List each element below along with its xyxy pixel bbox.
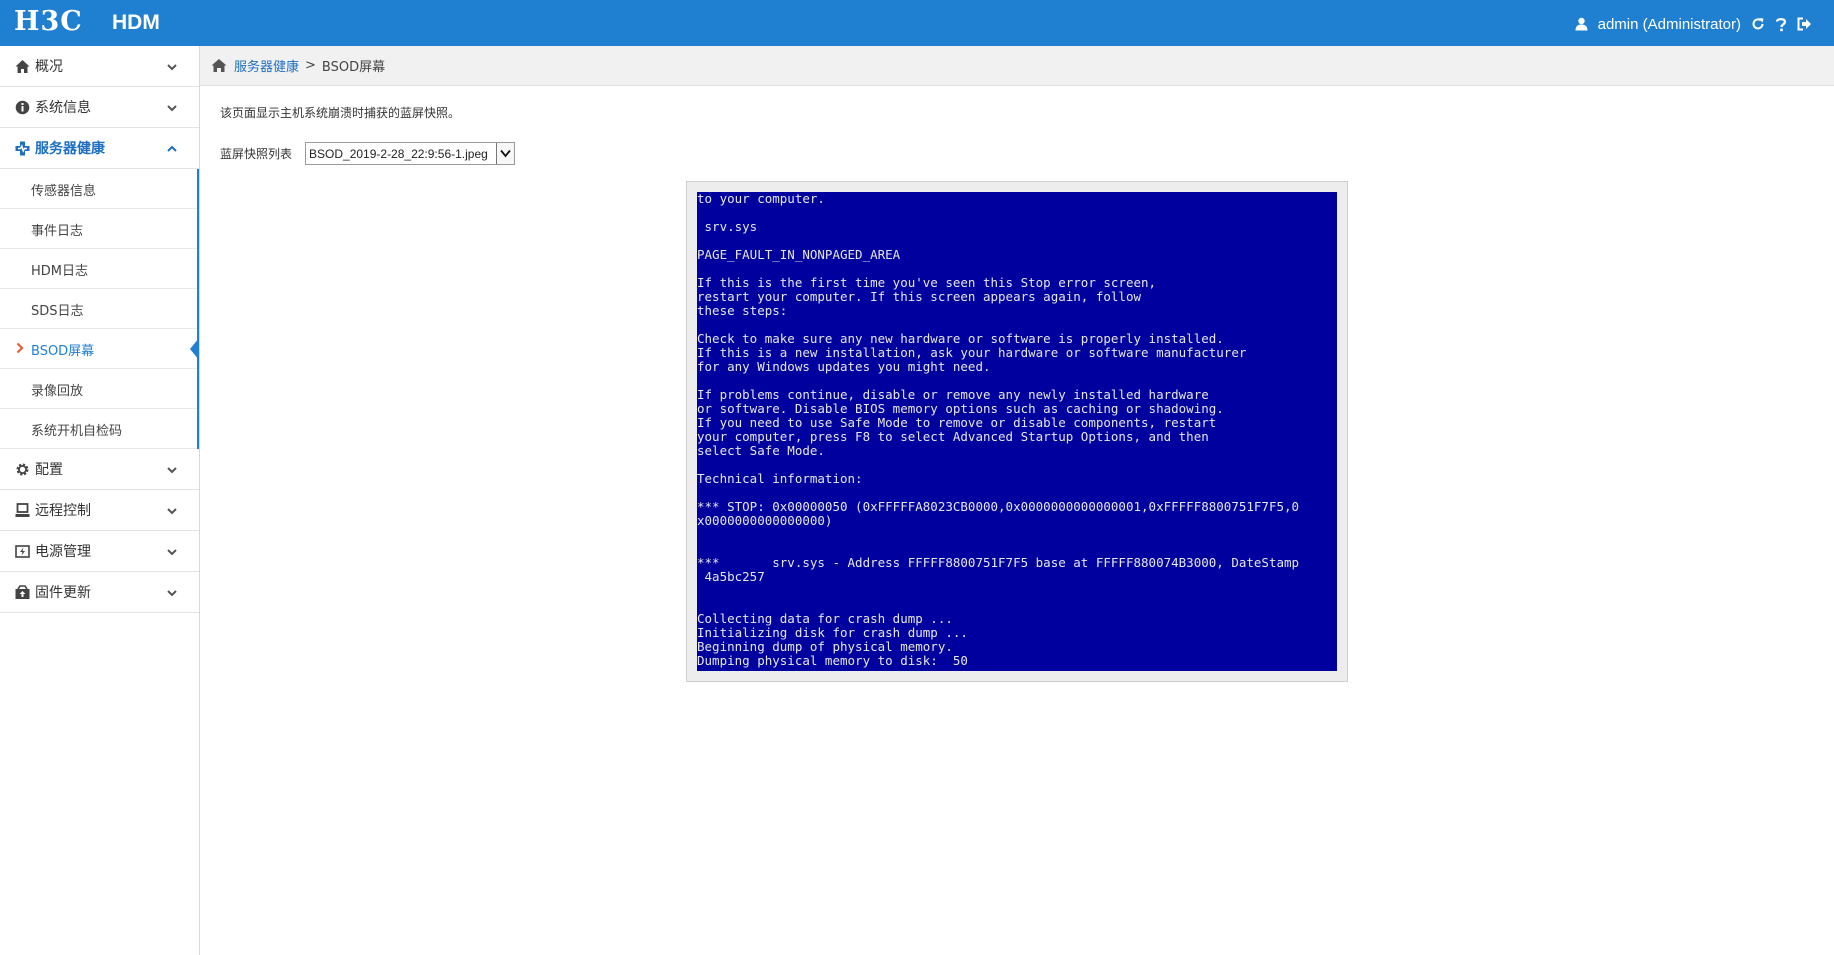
home-icon (15, 60, 30, 73)
user-name[interactable]: admin (Administrator) (1598, 16, 1741, 33)
sidebar-group-label: 固件更新 (35, 585, 91, 601)
bsod-text-line: x0000000000000000) (697, 513, 833, 528)
sidebar-item-label: 事件日志 (31, 224, 84, 239)
bsod-text-line: Beginning dump of physical memory. (697, 639, 953, 654)
snapshot-select-row: 蓝屏快照列表 BSOD_2019-2-28_22:9:56-1.jpeg (220, 142, 516, 165)
user-icon (1575, 17, 1588, 31)
bsod-text-line: If this is the first time you've seen th… (697, 275, 1157, 290)
health-icon (15, 141, 30, 156)
chevron-right-icon (16, 342, 24, 354)
chevron-down-icon (167, 508, 177, 515)
page-description: 该页面显示主机系统崩溃时捕获的蓝屏快照。 (220, 106, 461, 120)
sidebar: 概况 系统信息 服务器健康 传感器信息 事件日志 HDM日志 SDS日志 BSO… (0, 46, 200, 955)
sidebar-item-label: 系统开机自检码 (31, 424, 123, 439)
sidebar-group-server-health[interactable]: 服务器健康 (0, 128, 199, 169)
sidebar-item-post-code[interactable]: 系统开机自检码 (0, 409, 197, 449)
sidebar-group-label: 服务器健康 (35, 141, 105, 157)
sidebar-item-label: BSOD屏幕 (31, 344, 95, 359)
sidebar-item-bsod-screen[interactable]: BSOD屏幕 (0, 329, 199, 369)
breadcrumb-link-server-health[interactable]: 服务器健康 (234, 56, 299, 75)
chevron-up-icon (167, 145, 177, 152)
bsod-text-line: Initializing disk for crash dump ... (697, 625, 968, 640)
sidebar-item-hdm-log[interactable]: HDM日志 (0, 249, 197, 289)
bsod-text-line: or software. Disable BIOS memory options… (697, 401, 1224, 416)
sidebar-group-label: 概况 (35, 59, 63, 75)
sidebar-item-label: SDS日志 (31, 304, 84, 319)
sidebar-group-label: 电源管理 (35, 544, 91, 560)
bsod-text-line: select Safe Mode. (697, 443, 825, 458)
user-area: admin (Administrator) (1575, 14, 1812, 34)
info-icon (15, 100, 30, 115)
bsod-text-line: Technical information: (697, 471, 863, 486)
server-health-subnav: 传感器信息 事件日志 HDM日志 SDS日志 BSOD屏幕 录像回放 系统开机自… (0, 169, 199, 449)
bsod-text-line: for any Windows updates you might need. (697, 359, 991, 374)
bsod-text-line: to your computer. (697, 192, 825, 206)
bsod-text-line: If you need to use Safe Mode to remove o… (697, 415, 1217, 430)
bsod-text-line: restart your computer. If this screen ap… (697, 289, 1142, 304)
chevron-down-icon (500, 149, 511, 158)
chevron-down-icon (167, 590, 177, 597)
bsod-text-line: PAGE_FAULT_IN_NONPAGED_AREA (697, 247, 901, 262)
bsod-text-line: these steps: (697, 303, 788, 318)
bsod-text-line: Dumping physical memory to disk: 50 (697, 653, 968, 668)
sidebar-item-label: 录像回放 (31, 384, 84, 399)
bsod-text-line: 4a5bc257 (697, 569, 765, 584)
home-icon[interactable] (211, 58, 227, 73)
chevron-down-icon (167, 105, 177, 112)
sidebar-item-sensor-info[interactable]: 传感器信息 (0, 169, 197, 209)
active-indicator (190, 338, 199, 360)
breadcrumb: 服务器健康 > BSOD屏幕 (200, 46, 1834, 86)
bsod-text-line: *** STOP: 0x00000050 (0xFFFFFA8023CB0000… (697, 499, 1300, 514)
sidebar-group-label: 配置 (35, 462, 63, 478)
bsod-text-line: Check to make sure any new hardware or s… (697, 331, 1224, 346)
sidebar-item-sds-log[interactable]: SDS日志 (0, 289, 197, 329)
monitor-icon (15, 503, 30, 517)
sidebar-group-overview[interactable]: 概况 (0, 46, 199, 87)
help-icon[interactable] (1775, 17, 1787, 32)
snapshot-select[interactable]: BSOD_2019-2-28_22:9:56-1.jpeg (305, 142, 516, 165)
chevron-down-icon (167, 467, 177, 474)
dropdown-button[interactable] (496, 143, 515, 164)
bsod-text-line: *** srv.sys - Address FFFFF8800751F7F5 b… (697, 555, 1300, 570)
power-icon (15, 545, 30, 558)
chevron-down-icon (167, 549, 177, 556)
bsod-text-line: your computer, press F8 to select Advanc… (697, 429, 1209, 444)
firmware-icon (15, 585, 30, 599)
sidebar-item-label: HDM日志 (31, 264, 89, 279)
bsod-text-line: If this is a new installation, ask your … (697, 345, 1247, 360)
sidebar-group-firmware[interactable]: 固件更新 (0, 572, 199, 613)
sidebar-group-power[interactable]: 电源管理 (0, 531, 199, 572)
product-name: HDM (112, 11, 160, 34)
sidebar-group-config[interactable]: 配置 (0, 449, 199, 490)
gear-icon (16, 463, 29, 476)
breadcrumb-current: BSOD屏幕 (321, 60, 386, 75)
breadcrumb-separator: > (305, 58, 316, 73)
bsod-image: to your computer. srv.sys PAGE_FAULT_IN_N… (697, 192, 1337, 671)
sidebar-group-label: 远程控制 (35, 503, 91, 519)
snapshot-list-label: 蓝屏快照列表 (220, 147, 293, 161)
sidebar-group-system-info[interactable]: 系统信息 (0, 87, 199, 128)
logout-icon[interactable] (1797, 17, 1812, 31)
sidebar-group-label: 系统信息 (35, 100, 91, 116)
sidebar-item-video-playback[interactable]: 录像回放 (0, 369, 197, 409)
chevron-down-icon (167, 64, 177, 71)
refresh-icon[interactable] (1751, 17, 1765, 31)
bsod-text-line: If problems continue, disable or remove … (697, 387, 1209, 402)
bsod-snapshot-frame: to your computer. srv.sys PAGE_FAULT_IN_N… (686, 181, 1348, 682)
sidebar-item-label: 传感器信息 (31, 184, 97, 199)
sidebar-group-remote-control[interactable]: 远程控制 (0, 490, 199, 531)
bsod-text-line: srv.sys (697, 219, 758, 234)
snapshot-select-value: BSOD_2019-2-28_22:9:56-1.jpeg (309, 146, 488, 161)
h3c-logo: H3C (14, 6, 83, 37)
bsod-text-line: Collecting data for crash dump ... (697, 611, 953, 626)
top-header: H3C HDM admin (Administrator) (0, 0, 1834, 46)
sidebar-item-event-log[interactable]: 事件日志 (0, 209, 197, 249)
